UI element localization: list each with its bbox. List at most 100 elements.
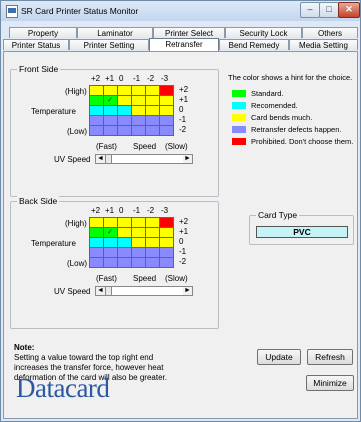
slider-left-arrow-icon[interactable]: ◄ (96, 287, 105, 295)
status-monitor-window: SR Card Printer Status Monitor – □ ✕ Pro… (0, 0, 361, 422)
tab-printer-status[interactable]: Printer Status (3, 39, 69, 50)
slider-thumb[interactable] (105, 155, 112, 163)
title-bar[interactable]: SR Card Printer Status Monitor – □ ✕ (1, 1, 360, 21)
tab-others[interactable]: Others (302, 27, 358, 38)
temperature-row-label: -1 (179, 247, 187, 256)
grid-cell[interactable] (118, 126, 132, 136)
grid-cell[interactable] (146, 248, 160, 258)
slider-left-arrow-icon[interactable]: ◄ (96, 155, 105, 163)
minimize-window-button[interactable]: – (300, 2, 320, 18)
grid-cell[interactable] (118, 258, 132, 268)
grid-cell[interactable] (146, 228, 160, 238)
grid-cell[interactable] (132, 106, 146, 116)
grid-cell[interactable] (118, 218, 132, 228)
grid-cell[interactable] (132, 218, 146, 228)
grid-cell[interactable] (160, 248, 174, 258)
grid-cell[interactable] (160, 96, 174, 106)
grid-cell[interactable] (146, 116, 160, 126)
grid-cell[interactable] (118, 86, 132, 96)
grid-cell[interactable] (160, 116, 174, 126)
grid-cell[interactable] (118, 248, 132, 258)
tab-media-setting[interactable]: Media Setting (289, 39, 358, 50)
back-uv-speed-slider[interactable]: ◄ ► (95, 286, 193, 296)
grid-cell[interactable] (146, 126, 160, 136)
front-uv-speed-slider[interactable]: ◄ ► (95, 154, 193, 164)
grid-cell[interactable] (146, 218, 160, 228)
grid-cell[interactable] (132, 116, 146, 126)
refresh-button[interactable]: Refresh (307, 349, 353, 365)
grid-cell[interactable]: ✓ (104, 228, 118, 238)
grid-cell[interactable] (160, 258, 174, 268)
slider-thumb[interactable] (105, 287, 112, 295)
grid-cell[interactable] (90, 106, 104, 116)
grid-cell[interactable] (104, 218, 118, 228)
grid-cell[interactable] (132, 86, 146, 96)
tab-bend-remedy[interactable]: Bend Remedy (219, 39, 289, 50)
grid-cell[interactable] (118, 106, 132, 116)
grid-cell[interactable] (90, 86, 104, 96)
grid-cell[interactable] (160, 86, 174, 96)
grid-cell[interactable]: ✓ (104, 96, 118, 106)
front-low-label: (Low) (67, 127, 88, 136)
grid-cell[interactable] (146, 106, 160, 116)
tab-retransfer[interactable]: Retransfer (149, 38, 219, 51)
tab-laminator[interactable]: Laminator (77, 27, 153, 38)
grid-cell[interactable] (132, 96, 146, 106)
grid-cell[interactable] (146, 96, 160, 106)
legend-label: Standard. (251, 89, 284, 98)
speed-column-label: -2 (147, 74, 155, 83)
grid-cell[interactable] (132, 228, 146, 238)
grid-cell[interactable] (160, 106, 174, 116)
close-window-button[interactable]: ✕ (338, 2, 360, 18)
grid-cell[interactable] (104, 258, 118, 268)
front-side-title: Front Side (17, 64, 61, 74)
grid-cell[interactable] (118, 116, 132, 126)
grid-cell[interactable] (90, 218, 104, 228)
card-type-value: PVC (256, 226, 348, 238)
grid-cell[interactable] (104, 86, 118, 96)
grid-cell[interactable] (146, 238, 160, 248)
grid-cell[interactable] (160, 238, 174, 248)
slider-right-arrow-icon[interactable]: ► (183, 287, 192, 295)
maximize-window-button[interactable]: □ (319, 2, 339, 18)
grid-cell[interactable] (118, 238, 132, 248)
grid-cell[interactable] (104, 116, 118, 126)
grid-cell[interactable] (90, 258, 104, 268)
grid-cell[interactable] (132, 258, 146, 268)
grid-cell[interactable] (90, 248, 104, 258)
tab-printer-setting[interactable]: Printer Setting (69, 39, 149, 50)
tab-security-lock[interactable]: Security Lock (225, 27, 302, 38)
grid-cell[interactable] (104, 248, 118, 258)
grid-cell[interactable] (132, 248, 146, 258)
minimize-button[interactable]: Minimize (306, 375, 354, 391)
slider-right-arrow-icon[interactable]: ► (183, 155, 192, 163)
grid-cell[interactable] (104, 126, 118, 136)
grid-cell[interactable] (90, 228, 104, 238)
grid-cell[interactable] (90, 126, 104, 136)
legend-swatch (232, 138, 246, 145)
grid-cell[interactable] (160, 126, 174, 136)
tab-property[interactable]: Property (9, 27, 77, 38)
grid-cell[interactable] (160, 218, 174, 228)
grid-cell[interactable] (132, 126, 146, 136)
back-side-grid[interactable]: ✓ (89, 217, 174, 268)
grid-cell[interactable] (160, 228, 174, 238)
grid-cell[interactable] (90, 96, 104, 106)
note-line: increases the transfer force, however he… (14, 363, 164, 372)
legend-label: Card bends much. (251, 113, 313, 122)
tab-printer-select[interactable]: Printer Select (153, 27, 225, 38)
front-side-grid[interactable]: ✓ (89, 85, 174, 136)
grid-cell[interactable] (146, 86, 160, 96)
grid-cell[interactable] (90, 238, 104, 248)
grid-cell[interactable] (132, 238, 146, 248)
front-slow-label: (Slow) (165, 142, 188, 151)
legend-swatch (232, 102, 246, 109)
grid-cell[interactable] (104, 238, 118, 248)
speed-column-label: 0 (119, 206, 124, 215)
grid-cell[interactable] (104, 106, 118, 116)
update-button[interactable]: Update (257, 349, 301, 365)
grid-cell[interactable] (90, 116, 104, 126)
grid-cell[interactable] (118, 96, 132, 106)
grid-cell[interactable] (118, 228, 132, 238)
grid-cell[interactable] (146, 258, 160, 268)
